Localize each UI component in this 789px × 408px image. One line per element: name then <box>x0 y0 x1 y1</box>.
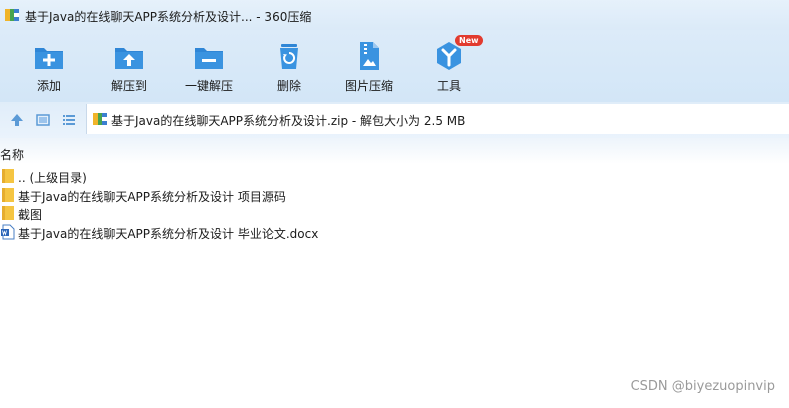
delete-label: 删除 <box>276 79 301 93</box>
delete-button[interactable]: 删除 <box>254 38 324 98</box>
window-title: 基于Java的在线聊天APP系统分析及设计... - 360压缩 <box>25 10 312 24</box>
folder-icon <box>2 206 14 220</box>
path-text: 基于Java的在线聊天APP系统分析及设计.zip - 解包大小为 2.5 MB <box>111 114 466 128</box>
thumbnail-view-icon[interactable] <box>35 112 51 128</box>
image-compress-label: 图片压缩 <box>344 79 393 93</box>
add-label: 添加 <box>36 79 61 93</box>
up-arrow-icon[interactable] <box>9 112 25 128</box>
one-click-extract-label: 一键解压 <box>184 79 233 93</box>
folder-icon <box>2 187 14 202</box>
image-compress-icon <box>360 42 379 70</box>
list-item[interactable]: .. (上级目录) <box>0 167 789 186</box>
recycle-bin-icon <box>280 44 298 69</box>
folder-icon <box>2 169 14 183</box>
tools-button[interactable]: New 工具 <box>414 35 484 98</box>
add-button[interactable]: 添加 <box>14 38 84 98</box>
add-icon <box>35 48 63 69</box>
column-name-header[interactable]: 名称 <box>0 146 24 163</box>
list-item[interactable]: 基于Java的在线聊天APP系统分析及设计 项目源码 <box>0 186 789 205</box>
toolbar: 添加 解压到 一键解压 删除 图片压缩 New 工具 <box>0 30 789 102</box>
column-header: 名称 <box>0 138 789 164</box>
extract-to-button[interactable]: 解压到 <box>94 38 164 98</box>
one-click-extract-button[interactable]: 一键解压 <box>174 38 244 98</box>
archive-app-icon <box>5 9 19 21</box>
file-name: 基于Java的在线聊天APP系统分析及设计 项目源码 <box>18 189 286 204</box>
file-name: 截图 <box>18 208 43 222</box>
file-list: .. (上级目录) 基于Java的在线聊天APP系统分析及设计 项目源码 截图 … <box>0 167 789 241</box>
list-view-icon[interactable] <box>61 112 77 128</box>
image-compress-button[interactable]: 图片压缩 <box>334 38 404 98</box>
one-click-extract-icon <box>195 48 223 69</box>
archive-icon <box>93 113 107 125</box>
list-item[interactable]: 基于Java的在线聊天APP系统分析及设计 毕业论文.docx <box>0 223 789 242</box>
tools-label: 工具 <box>436 79 461 93</box>
extract-to-label: 解压到 <box>110 79 147 93</box>
file-name: 基于Java的在线聊天APP系统分析及设计 毕业论文.docx <box>18 226 319 241</box>
title-bar: 基于Java的在线聊天APP系统分析及设计... - 360压缩 <box>0 0 789 30</box>
file-name: .. (上级目录) <box>18 171 87 185</box>
new-badge: New <box>455 35 483 46</box>
path-bar[interactable]: 基于Java的在线聊天APP系统分析及设计.zip - 解包大小为 2.5 MB <box>86 104 789 134</box>
word-document-icon <box>1 224 15 239</box>
extract-to-icon <box>115 48 143 69</box>
list-item[interactable]: 截图 <box>0 204 789 223</box>
watermark: CSDN @biyezuopinvip <box>630 379 775 394</box>
